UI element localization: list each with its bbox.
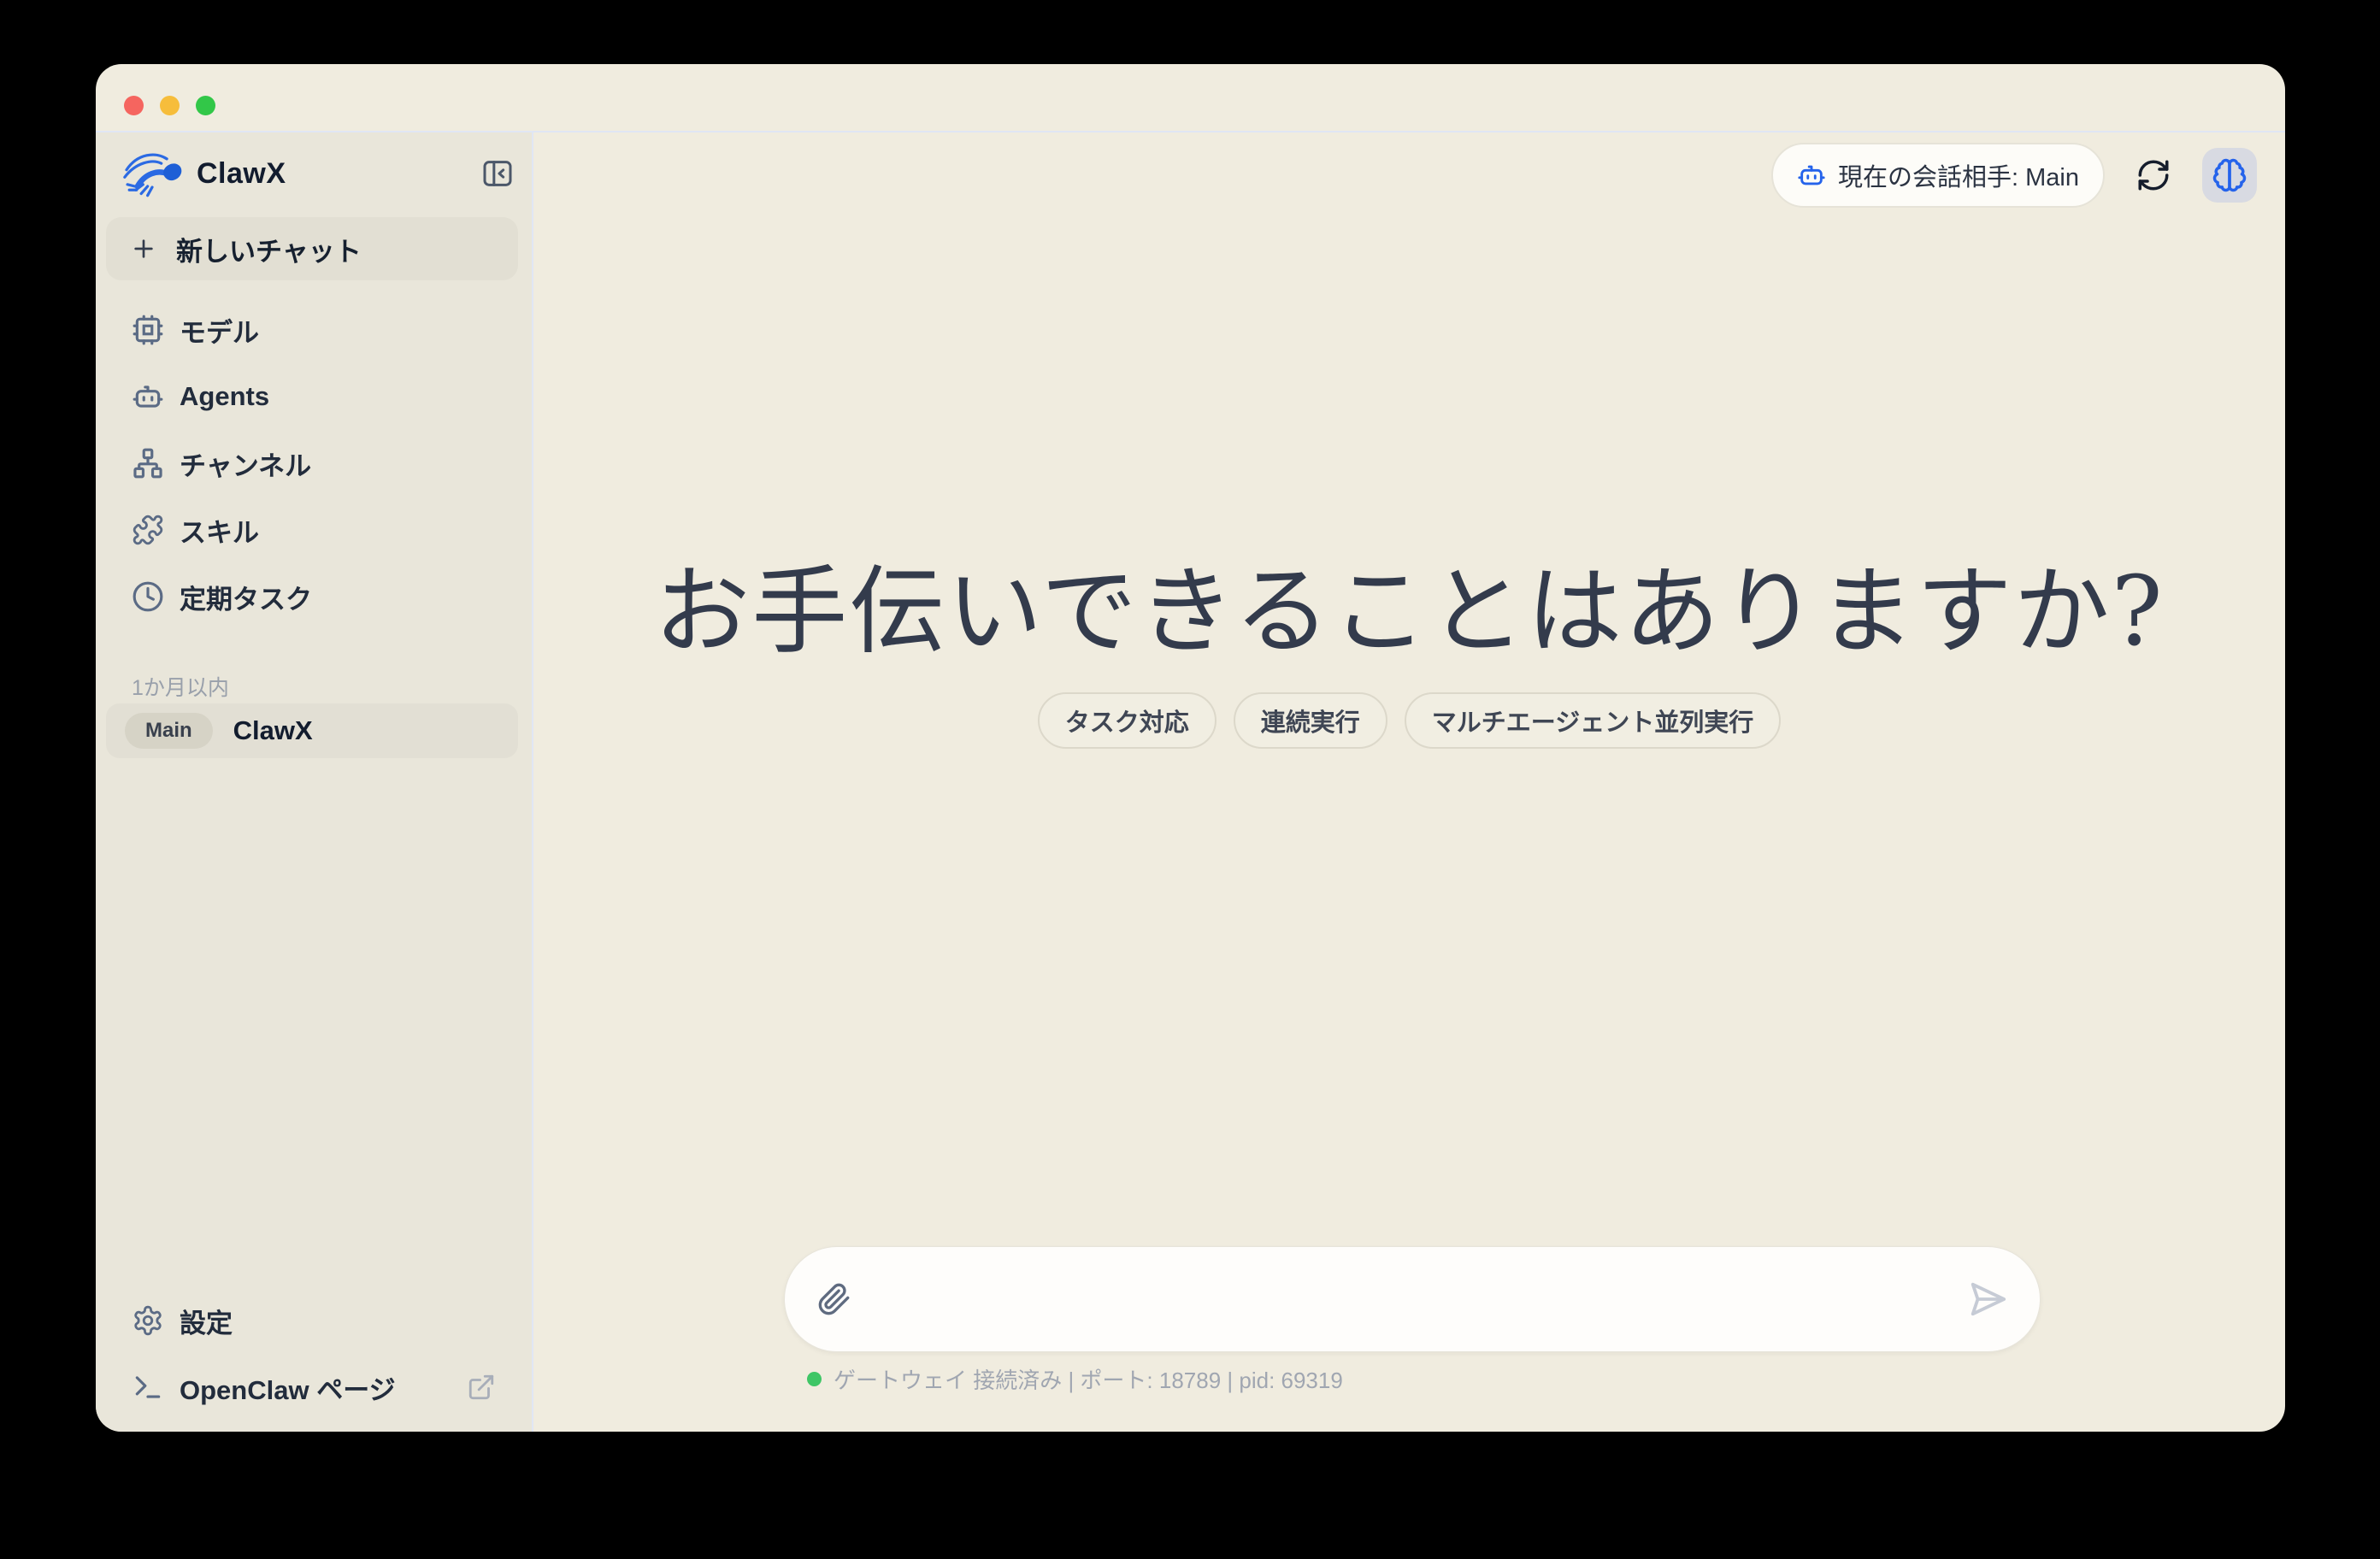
paperclip-icon: [817, 1282, 851, 1316]
sidebar-item-scheduled-tasks[interactable]: 定期タスク: [106, 571, 521, 622]
sidebar-header: ClawX: [118, 141, 516, 206]
chip-multi-agent-parallel[interactable]: マルチエージェント並列実行: [1405, 692, 1781, 749]
sidebar-item-label: モデル: [180, 311, 259, 350]
gateway-status-bar: ゲートウェイ 接続済み | ポート: 18789 | pid: 69319: [807, 1363, 1343, 1395]
sidebar-item-label: チャンネル: [180, 444, 311, 483]
chip-task-support[interactable]: タスク対応: [1038, 692, 1217, 749]
sidebar-item-models[interactable]: モデル: [106, 304, 521, 356]
current-conversation-pill[interactable]: 現在の会話相手: Main: [1771, 143, 2105, 208]
plus-icon: [130, 235, 157, 262]
clock-icon: [132, 580, 164, 613]
suggestion-chips: タスク対応 連続実行 マルチエージェント並列実行: [533, 692, 2285, 749]
attach-file-button[interactable]: [817, 1282, 851, 1316]
sidebar: ClawX 新しいチャット モデル: [96, 132, 533, 1432]
panel-collapse-icon: [480, 156, 515, 191]
settings-label: 設定: [180, 1302, 233, 1340]
close-window-button[interactable]: [124, 96, 144, 115]
sidebar-nav: モデル Agents チャンネル スキル: [106, 304, 521, 622]
chat-history-label: ClawX: [233, 715, 313, 746]
app-title: ClawX: [197, 157, 286, 191]
external-link-icon: [467, 1373, 496, 1402]
brain-mode-button[interactable]: [2202, 148, 2257, 203]
message-composer: [784, 1246, 2041, 1352]
send-button[interactable]: [1968, 1280, 2007, 1319]
app-window: ClawX 新しいチャット モデル: [96, 64, 2285, 1432]
sidebar-item-settings[interactable]: 設定: [106, 1295, 521, 1346]
traffic-lights: [124, 96, 215, 115]
brain-icon: [2212, 157, 2247, 193]
gear-icon: [132, 1304, 164, 1337]
sidebar-item-channels[interactable]: チャンネル: [106, 438, 521, 489]
chat-history-item[interactable]: Main ClawX: [106, 703, 518, 758]
refresh-icon: [2136, 157, 2171, 193]
cpu-icon: [132, 314, 164, 346]
sidebar-item-label: 定期タスク: [180, 578, 312, 616]
robot-icon: [1797, 161, 1826, 190]
send-icon: [1968, 1280, 2007, 1319]
collapse-sidebar-button[interactable]: [479, 155, 516, 192]
titlebar: [96, 64, 2285, 132]
external-link-wrap: [467, 1373, 496, 1402]
sidebar-item-label: Agents: [180, 381, 269, 412]
welcome-heading: お手伝いできることはありますか?: [533, 534, 2285, 673]
topbar: 現在の会話相手: Main: [1771, 143, 2257, 208]
sidebar-item-openclaw-page[interactable]: OpenClaw ページ: [106, 1362, 521, 1413]
message-input[interactable]: [872, 1273, 1947, 1326]
refresh-button[interactable]: [2136, 157, 2171, 193]
gateway-status-text: ゲートウェイ 接続済み | ポート: 18789 | pid: 69319: [834, 1363, 1343, 1395]
puzzle-icon: [132, 514, 164, 546]
zoom-window-button[interactable]: [196, 96, 215, 115]
minimize-window-button[interactable]: [160, 96, 180, 115]
chip-continuous-run[interactable]: 連続実行: [1234, 692, 1387, 749]
robot-icon: [132, 380, 164, 413]
main-area: 現在の会話相手: Main お手伝いできることはありますか? タスク対応 連続実…: [533, 132, 2285, 1432]
openclaw-page-label: OpenClaw ページ: [180, 1368, 396, 1407]
sidebar-item-skills[interactable]: スキル: [106, 504, 521, 556]
new-chat-label: 新しいチャット: [176, 230, 362, 268]
status-dot: [807, 1372, 822, 1386]
clawx-logo-icon: [118, 148, 186, 199]
main-badge: Main: [125, 713, 213, 749]
terminal-icon: [132, 1371, 164, 1403]
sidebar-item-label: スキル: [180, 511, 259, 550]
sidebar-item-agents[interactable]: Agents: [106, 371, 521, 422]
new-chat-button[interactable]: 新しいチャット: [106, 217, 518, 280]
history-section-label: 1か月以内: [132, 671, 229, 702]
network-icon: [132, 447, 164, 479]
current-conversation-label: 現在の会話相手: Main: [1838, 157, 2079, 193]
